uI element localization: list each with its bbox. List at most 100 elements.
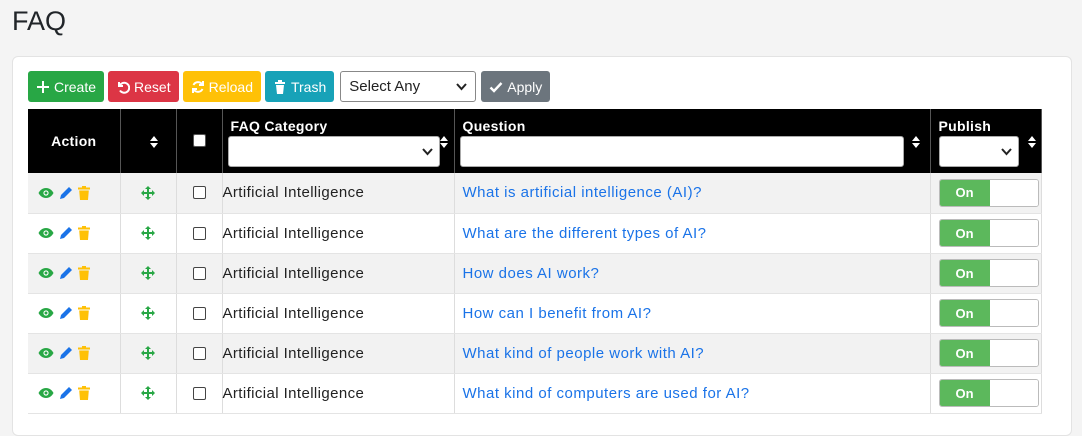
chevron-down-icon <box>1000 147 1012 155</box>
bulk-action-select-value: Select Any <box>349 78 421 95</box>
eye-icon[interactable] <box>38 347 54 359</box>
move-icon[interactable] <box>141 226 155 240</box>
chevron-down-icon <box>421 147 433 155</box>
apply-button-label: Apply <box>507 78 543 95</box>
trash-icon[interactable] <box>78 185 90 200</box>
trash-icon[interactable] <box>78 306 90 320</box>
column-header-publish: Publish <box>930 109 1042 173</box>
eye-icon[interactable] <box>38 187 54 199</box>
check-icon <box>489 81 503 93</box>
column-header-category: FAQ Category <box>222 109 455 173</box>
column-label-action: Action <box>51 133 97 149</box>
reset-button[interactable]: Reset <box>108 71 179 102</box>
category-cell: Artificial Intelligence <box>222 253 455 294</box>
table-row: Artificial Intelligence How can I benefi… <box>28 293 1042 334</box>
question-link[interactable]: What kind of computers are used for AI? <box>455 385 750 402</box>
table-row: Artificial Intelligence What kind of peo… <box>28 333 1042 374</box>
column-header-order[interactable] <box>120 109 177 173</box>
trash-icon[interactable] <box>78 226 90 240</box>
publish-toggle[interactable]: On <box>938 339 1039 367</box>
refresh-icon <box>191 80 204 93</box>
move-icon[interactable] <box>141 386 155 400</box>
row-checkbox[interactable] <box>192 386 206 400</box>
bulk-action-select[interactable]: Select Any <box>340 71 477 102</box>
trash-icon[interactable] <box>78 346 90 360</box>
question-filter-input[interactable] <box>459 136 904 167</box>
pencil-icon[interactable] <box>59 346 73 360</box>
trash-button[interactable]: Trash <box>264 71 335 102</box>
table-row: Artificial Intelligence What are the dif… <box>28 213 1042 254</box>
publish-toggle[interactable]: On <box>938 178 1039 207</box>
column-header-action: Action <box>28 109 121 173</box>
sort-icon[interactable] <box>1027 136 1036 148</box>
question-link[interactable]: What is artificial intelligence (AI)? <box>455 184 702 201</box>
trash-icon[interactable] <box>78 386 90 400</box>
row-checkbox[interactable] <box>192 306 206 320</box>
publish-filter-select[interactable] <box>938 136 1019 167</box>
category-filter-select[interactable] <box>227 136 440 167</box>
question-link[interactable]: What are the different types of AI? <box>455 225 707 242</box>
pencil-icon[interactable] <box>59 226 73 240</box>
pencil-icon[interactable] <box>59 186 73 200</box>
faq-table: Action FAQ Category Question Publish Art… <box>28 109 1042 414</box>
table-row: Artificial Intelligence How does AI work… <box>28 253 1042 294</box>
eye-icon[interactable] <box>38 227 54 239</box>
eye-icon[interactable] <box>38 267 54 279</box>
question-link[interactable]: How does AI work? <box>455 265 600 282</box>
pencil-icon[interactable] <box>59 386 73 400</box>
eye-icon[interactable] <box>38 387 54 399</box>
undo-icon <box>118 81 131 94</box>
page-title: FAQ <box>12 6 67 36</box>
column-label-publish: Publish <box>938 118 992 134</box>
category-cell: Artificial Intelligence <box>222 173 455 214</box>
toolbar: Create Reset Reload Trash Select Any App… <box>28 71 551 102</box>
faq-card: Create Reset Reload Trash Select Any App… <box>12 56 1072 436</box>
pencil-icon[interactable] <box>59 266 73 280</box>
table-header-row: Action FAQ Category Question Publish <box>28 109 1042 173</box>
row-checkbox[interactable] <box>192 266 206 280</box>
chevron-down-icon <box>456 82 468 90</box>
reset-button-label: Reset <box>134 78 171 95</box>
create-button-label: Create <box>54 78 97 95</box>
category-cell: Artificial Intelligence <box>222 373 455 414</box>
publish-toggle[interactable]: On <box>938 219 1039 247</box>
row-checkbox[interactable] <box>192 346 206 360</box>
reload-button[interactable]: Reload <box>182 71 261 102</box>
publish-toggle-label: On <box>939 260 990 286</box>
publish-toggle-label: On <box>939 179 990 206</box>
column-label-category: FAQ Category <box>230 118 328 134</box>
category-cell: Artificial Intelligence <box>222 333 455 374</box>
sort-icon[interactable] <box>439 136 448 148</box>
apply-button[interactable]: Apply <box>481 71 551 102</box>
category-cell: Artificial Intelligence <box>222 293 455 334</box>
publish-toggle[interactable]: On <box>938 379 1039 407</box>
column-label-question: Question <box>462 118 526 134</box>
move-icon[interactable] <box>141 346 155 360</box>
sort-icon[interactable] <box>149 136 158 148</box>
reload-button-label: Reload <box>208 78 253 95</box>
row-checkbox[interactable] <box>192 186 206 200</box>
trash-button-label: Trash <box>290 78 327 95</box>
question-link[interactable]: What kind of people work with AI? <box>455 345 705 362</box>
table-body: Artificial Intelligence What is artifici… <box>28 173 1042 414</box>
plus-icon <box>37 80 49 93</box>
select-all-checkbox[interactable] <box>193 134 206 147</box>
create-button[interactable]: Create <box>28 71 105 102</box>
pencil-icon[interactable] <box>59 306 73 320</box>
table-row: Artificial Intelligence What is artifici… <box>28 173 1042 214</box>
publish-toggle-label: On <box>939 300 990 326</box>
publish-toggle-label: On <box>939 220 990 246</box>
table-row: Artificial Intelligence What kind of com… <box>28 373 1042 414</box>
move-icon[interactable] <box>141 185 155 200</box>
eye-icon[interactable] <box>38 307 54 319</box>
move-icon[interactable] <box>141 266 155 280</box>
sort-icon[interactable] <box>911 136 920 148</box>
question-link[interactable]: How can I benefit from AI? <box>455 305 652 322</box>
move-icon[interactable] <box>141 306 155 320</box>
publish-toggle-label: On <box>939 340 990 366</box>
trash-icon[interactable] <box>78 266 90 280</box>
trash-icon <box>274 79 285 94</box>
publish-toggle[interactable]: On <box>938 259 1039 287</box>
row-checkbox[interactable] <box>192 226 206 240</box>
publish-toggle[interactable]: On <box>938 299 1039 327</box>
